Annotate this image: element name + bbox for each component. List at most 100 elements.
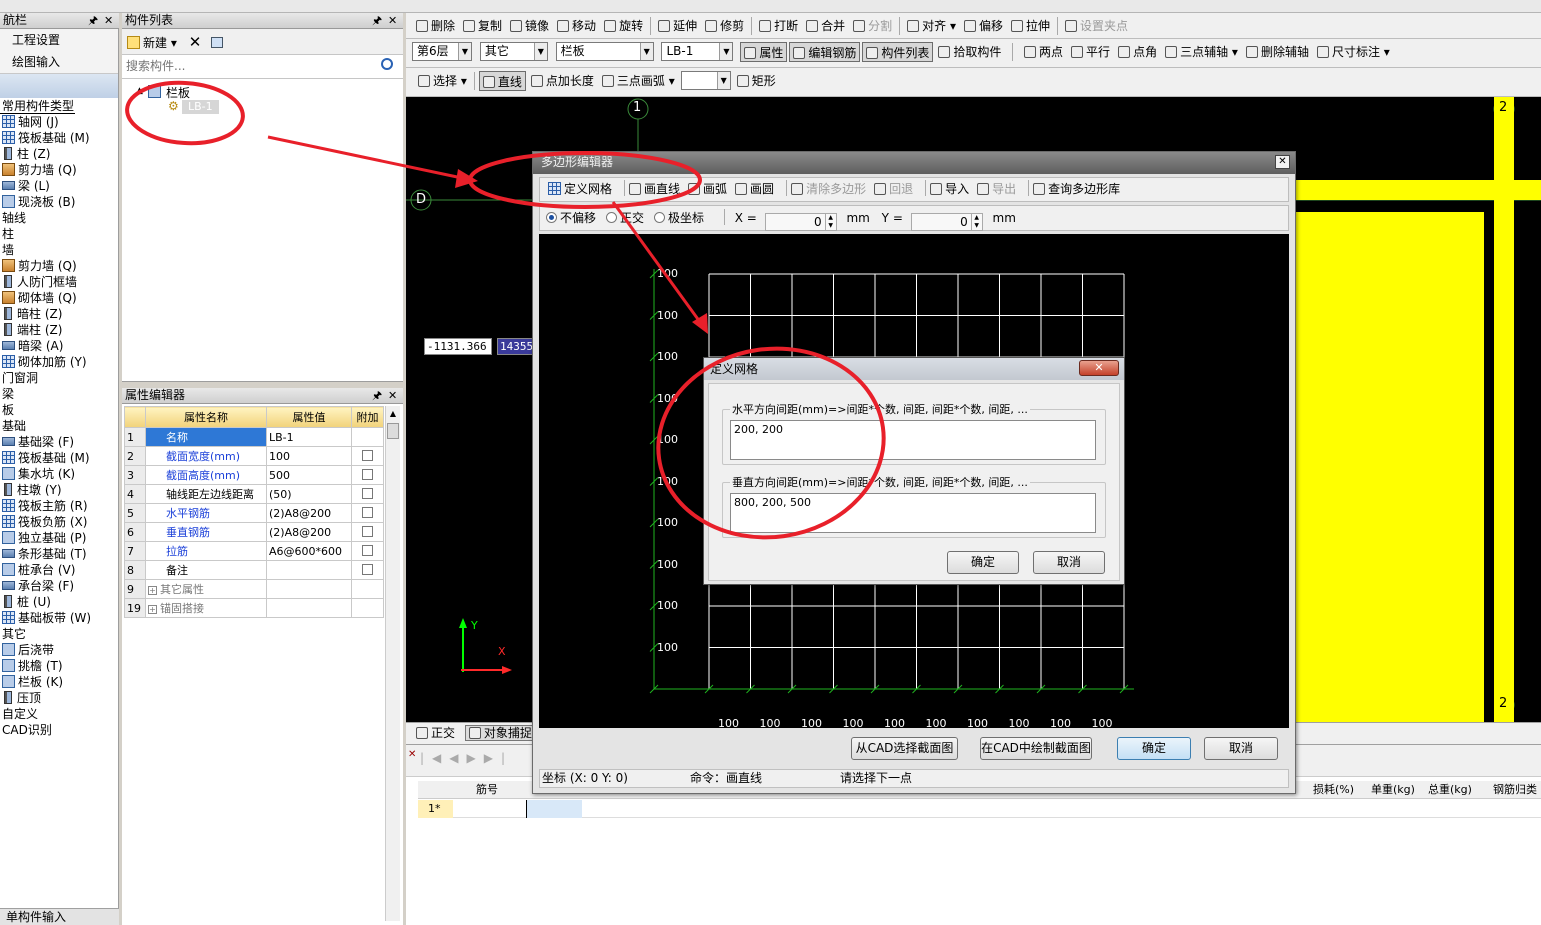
draw-btn-3[interactable]: 三点画弧 ▾ (599, 71, 678, 91)
tree-item[interactable]: 砌体墙 (Q) (0, 290, 118, 306)
checkbox[interactable] (362, 449, 373, 461)
property-extra[interactable] (351, 446, 384, 466)
scroll-up-icon[interactable]: ▲ (386, 406, 400, 421)
property-extra[interactable] (351, 465, 384, 485)
tree-group[interactable]: 轴线 (0, 210, 118, 226)
close-icon[interactable]: ✕ (388, 388, 397, 403)
arc-mode-select[interactable]: ▼ (680, 71, 731, 90)
coord-input-x[interactable]: -1131.366 (424, 338, 492, 355)
horizontal-spacing-input[interactable]: 200, 200 (730, 420, 1096, 460)
property-row[interactable]: 9 + 其它属性 (124, 579, 384, 599)
property-row[interactable]: 4 轴线距左边线距离 (50) (124, 484, 384, 504)
property-row[interactable]: 2 截面宽度(mm) 100 (124, 446, 384, 466)
tree-item[interactable]: 暗柱 (Z) (0, 306, 118, 322)
tree-group[interactable]: 其它 (0, 626, 118, 642)
close-icon[interactable]: ✕ (104, 13, 113, 28)
toolbar-btn-3[interactable]: 移动 (554, 16, 599, 36)
tree-item[interactable]: 基础梁 (F) (0, 434, 118, 450)
checkbox[interactable] (362, 506, 373, 518)
toolbar-btn-11[interactable]: 偏移 (961, 16, 1006, 36)
property-row[interactable]: 3 截面高度(mm) 500 (124, 465, 384, 485)
property-row[interactable]: 8 备注 (124, 560, 384, 580)
property-row[interactable]: 19 + 锚固搭接 (124, 598, 384, 618)
coord-input-y[interactable]: 14355 (497, 338, 537, 355)
property-value[interactable]: LB-1 (266, 427, 352, 447)
floor-select[interactable]: 第6层 ▼ (412, 42, 472, 61)
polygon-tool-2[interactable]: 画弧 (688, 182, 727, 196)
polygon-tool-7[interactable]: 导出 (977, 182, 1016, 196)
toolbar-btn-6[interactable]: 修剪 (702, 16, 747, 36)
type-select[interactable]: 栏板 ▼ (555, 42, 654, 61)
expand-icon[interactable]: + (148, 586, 157, 595)
tree-group[interactable]: CAD识别 (0, 722, 118, 738)
polygon-tool-6[interactable]: 导入 (930, 182, 969, 196)
tree-item[interactable]: 压顶 (0, 690, 118, 706)
toolbar-btn-属性[interactable]: 属性 (740, 42, 788, 62)
polygon-tool-5[interactable]: 回退 (874, 182, 913, 196)
toolbar-btn-13[interactable]: 设置夹点 (1062, 16, 1131, 36)
x-spinbox[interactable]: 0 ▲ ▼ (764, 213, 837, 231)
tree-item[interactable]: 剪力墙 (Q) (0, 162, 118, 178)
tree-item[interactable]: 轴网 (J) (0, 114, 118, 130)
tree-item[interactable]: 柱 (Z) (0, 146, 118, 162)
tree-item[interactable]: 筏板主筋 (R) (0, 498, 118, 514)
close-icon[interactable]: ✕ (1275, 155, 1290, 169)
cad-draw-button[interactable]: 在CAD中绘制截面图 (980, 737, 1092, 760)
close-icon[interactable]: ✕ (408, 749, 416, 760)
tree-item[interactable]: 后浇带 (0, 642, 118, 658)
toolbar-btn-12[interactable]: 拉伸 (1008, 16, 1053, 36)
polygon-tool-3[interactable]: 画圆 (735, 182, 774, 196)
tree-group[interactable]: 门窗洞 (0, 370, 118, 386)
tree-item[interactable]: 剪力墙 (Q) (0, 258, 118, 274)
property-extra[interactable] (351, 522, 384, 542)
property-extra[interactable] (351, 484, 384, 504)
tree-item[interactable]: 桩承台 (V) (0, 562, 118, 578)
checkbox[interactable] (362, 525, 373, 537)
polygon-ok-button[interactable]: 确定 (1117, 737, 1191, 760)
nav-first-icon[interactable]: |◀ (420, 751, 449, 765)
property-value[interactable]: 500 (266, 465, 352, 485)
pin-icon[interactable]: 🖈 (88, 13, 98, 28)
tree-item[interactable]: 筏板基础 (M) (0, 450, 118, 466)
active-cell[interactable] (526, 800, 582, 818)
toolbar-btn-4[interactable]: 旋转 (601, 16, 646, 36)
toolbar-btn-10[interactable]: 对齐 ▾ (904, 16, 959, 36)
scroll-thumb[interactable] (387, 423, 399, 439)
offset-radio-2[interactable]: 极坐标 (654, 211, 704, 225)
property-value[interactable]: 100 (266, 446, 352, 466)
draw-btn-1[interactable]: 直线 (478, 71, 526, 91)
tree-item[interactable]: 集水坑 (K) (0, 466, 118, 482)
nav-prev-icon[interactable]: ◀ (449, 751, 466, 765)
offset-radio-0[interactable]: 不偏移 (546, 211, 596, 225)
tree-item[interactable]: 人防门框墙 (0, 274, 118, 290)
search-icon[interactable] (381, 58, 393, 70)
category-select[interactable]: 其它 ▼ (479, 42, 548, 61)
property-value[interactable]: (2)A8@200 (266, 522, 352, 542)
tree-group[interactable]: 柱 (0, 226, 118, 242)
pin-icon[interactable]: 🖈 (372, 13, 382, 28)
polygon-tool-4[interactable]: 清除多边形 (791, 182, 866, 196)
tree-item[interactable]: 梁 (L) (0, 178, 118, 194)
single-input-tab[interactable]: 单构件输入 (0, 908, 119, 925)
delete-icon[interactable]: ✕ (189, 33, 202, 51)
tree-item[interactable]: 现浇板 (B) (0, 194, 118, 210)
property-value[interactable] (266, 560, 352, 580)
property-value[interactable] (266, 598, 352, 618)
nav-next-icon[interactable]: ▶ (467, 751, 484, 765)
new-button[interactable]: 新建 ▾ (127, 36, 177, 50)
tree-group[interactable]: 墙 (0, 242, 118, 258)
toolbar-btn-拾取构件[interactable]: 拾取构件 (935, 42, 1004, 62)
polygon-tool-1[interactable]: 画直线 (629, 182, 680, 196)
tree-item[interactable]: 栏板 (K) (0, 674, 118, 690)
property-extra[interactable] (351, 541, 384, 561)
tree-group[interactable]: 板 (0, 402, 118, 418)
offset-radio-1[interactable]: 正交 (606, 211, 644, 225)
vertical-spacing-input[interactable]: 800, 200, 500 (730, 493, 1096, 533)
nav-last-icon[interactable]: ▶| (484, 751, 513, 765)
grid-cancel-button[interactable]: 取消 (1033, 551, 1105, 574)
checkbox[interactable] (362, 563, 373, 575)
nav-item-1[interactable]: 绘图输入 (0, 51, 118, 73)
tree-item[interactable]: 桩 (U) (0, 594, 118, 610)
nav-item-0[interactable]: 工程设置 (0, 29, 118, 51)
copy-icon[interactable] (211, 37, 224, 48)
